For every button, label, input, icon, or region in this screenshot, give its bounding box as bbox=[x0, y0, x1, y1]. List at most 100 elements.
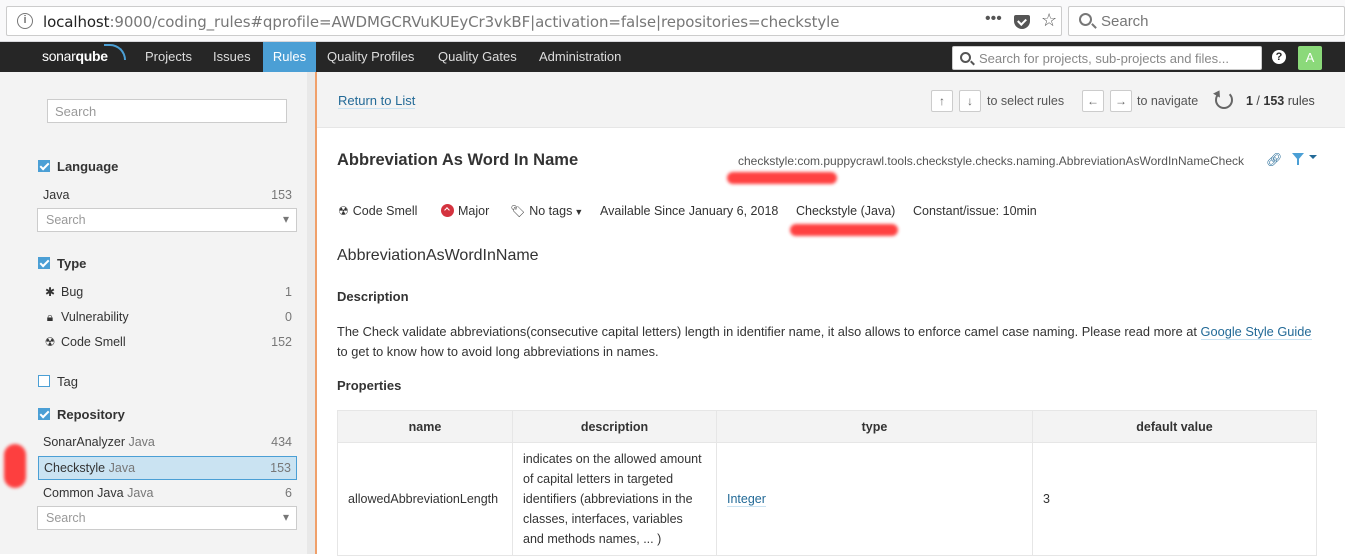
pocket-icon[interactable] bbox=[1014, 15, 1030, 29]
code-smell-icon: ☢︎ bbox=[44, 335, 56, 349]
filter-icon[interactable] bbox=[1292, 153, 1304, 165]
bookmark-star-icon[interactable]: ☆ bbox=[1041, 10, 1057, 31]
facet-item-sub: Java bbox=[127, 486, 154, 500]
facet-tag-title: Tag bbox=[57, 374, 78, 389]
bug-icon: ✱ bbox=[44, 285, 56, 299]
global-search-input[interactable]: Search for projects, sub-projects and fi… bbox=[952, 46, 1262, 70]
key-left-button[interactable]: ← bbox=[1082, 90, 1104, 112]
code-smell-icon: ☢︎ bbox=[338, 204, 349, 218]
link-icon[interactable]: 🔗︎ bbox=[1266, 152, 1283, 168]
facet-item-label: SonarAnalyzer bbox=[43, 435, 125, 449]
column-header: name bbox=[337, 410, 513, 443]
rule-tags-dropdown[interactable]: 🏷︎ No tags ▼ bbox=[510, 204, 583, 218]
language-search-select[interactable]: Search bbox=[37, 208, 297, 232]
property-default: 3 bbox=[1032, 442, 1317, 556]
facet-item-sonaranalyzer[interactable]: SonarAnalyzer Java 434 bbox=[38, 431, 297, 453]
rule-severity-label: Major bbox=[458, 204, 490, 218]
sidebar-resize-handle[interactable] bbox=[307, 72, 315, 554]
facet-repository-header[interactable]: Repository bbox=[38, 407, 125, 422]
rule-search-input[interactable]: Search bbox=[47, 99, 287, 123]
facet-item-code-smell[interactable]: ☢︎ Code Smell 152 bbox=[38, 331, 297, 353]
facet-item-count: 1 bbox=[285, 285, 292, 299]
column-header: type bbox=[716, 410, 1033, 443]
facet-tag-header[interactable]: Tag bbox=[38, 374, 78, 389]
properties-table: name description type default value allo… bbox=[337, 410, 1317, 556]
rule-remediation: Constant/issue: 10min bbox=[913, 204, 1037, 218]
nav-rules[interactable]: Rules bbox=[263, 42, 316, 72]
facet-item-count: 153 bbox=[271, 188, 292, 202]
rule-description: The Check validate abbreviations(consecu… bbox=[337, 322, 1317, 362]
address-bar[interactable]: i localhost:9000/coding_rules#qprofile=A… bbox=[6, 6, 1062, 36]
facet-item-label: Vulnerability bbox=[61, 310, 129, 324]
checkbox-checked-icon[interactable] bbox=[38, 408, 50, 420]
facet-item-sub: Java bbox=[108, 461, 136, 475]
rule-tags-label: No tags bbox=[529, 204, 573, 218]
column-header: default value bbox=[1032, 410, 1317, 443]
facet-type-title: Type bbox=[57, 256, 87, 271]
chevron-down-icon[interactable] bbox=[1309, 155, 1317, 159]
properties-heading: Properties bbox=[337, 378, 402, 393]
nav-administration[interactable]: Administration bbox=[530, 42, 630, 72]
facet-repository-title: Repository bbox=[57, 407, 125, 422]
facet-item-count: 0 bbox=[285, 310, 292, 324]
google-style-guide-link[interactable]: Google Style Guide bbox=[1200, 324, 1312, 340]
table-row: allowedAbbreviationLength indicates on t… bbox=[337, 442, 1317, 556]
logo-arc-icon bbox=[104, 44, 126, 60]
rule-title: Abbreviation As Word In Name bbox=[337, 151, 579, 169]
property-name: allowedAbbreviationLength bbox=[337, 442, 513, 556]
rule-key: checkstyle:com.puppycrawl.tools.checksty… bbox=[738, 154, 1244, 168]
facet-item-label: Common Java bbox=[43, 486, 124, 500]
description-heading: Description bbox=[337, 289, 409, 304]
facet-item-label: Code Smell bbox=[61, 335, 126, 349]
rule-available-since: Available Since January 6, 2018 bbox=[600, 204, 779, 218]
search-icon bbox=[960, 52, 971, 63]
nav-quality-profiles[interactable]: Quality Profiles bbox=[318, 42, 423, 72]
checkbox-checked-icon[interactable] bbox=[38, 160, 50, 172]
reload-icon[interactable] bbox=[1215, 91, 1233, 109]
browser-toolbar: i localhost:9000/coding_rules#qprofile=A… bbox=[0, 0, 1345, 42]
return-to-list-link[interactable]: Return to List bbox=[338, 93, 416, 109]
help-icon[interactable]: ? bbox=[1272, 50, 1286, 64]
checkbox-checked-icon[interactable] bbox=[38, 257, 50, 269]
nav-issues[interactable]: Issues bbox=[204, 42, 260, 72]
navigate-hint: to navigate bbox=[1137, 94, 1199, 108]
checkbox-unchecked-icon[interactable] bbox=[38, 375, 50, 387]
annotation-mark bbox=[727, 172, 837, 184]
description-text: to get to know how to avoid long abbrevi… bbox=[337, 344, 659, 359]
nav-quality-gates[interactable]: Quality Gates bbox=[429, 42, 526, 72]
avatar[interactable]: A bbox=[1298, 46, 1322, 70]
description-text: The Check validate abbreviations(consecu… bbox=[337, 324, 1201, 339]
key-right-button[interactable]: → bbox=[1110, 90, 1132, 112]
facet-language-header[interactable]: Language bbox=[38, 159, 118, 174]
info-icon[interactable]: i bbox=[17, 13, 33, 29]
property-description: indicates on the allowed amount of capit… bbox=[512, 442, 717, 556]
facet-type-header[interactable]: Type bbox=[38, 256, 86, 271]
annotation-mark bbox=[4, 444, 26, 488]
facet-item-common-java[interactable]: Common Java Java 6 bbox=[38, 482, 297, 504]
property-type-link[interactable]: Integer bbox=[727, 492, 766, 507]
page-actions-icon[interactable]: ••• bbox=[985, 10, 1002, 28]
facet-item-java[interactable]: Java 153 bbox=[38, 184, 297, 206]
facet-item-checkstyle[interactable]: Checkstyle Java 153 bbox=[38, 456, 297, 480]
facet-item-sub: Java bbox=[128, 435, 155, 449]
main-navigation: sonarqube Projects Issues Rules Quality … bbox=[0, 42, 1345, 72]
rule-navigation-bar: Return to List ↑ ↓ to select rules ← → t… bbox=[317, 72, 1345, 128]
sonarqube-logo[interactable]: sonarqube bbox=[42, 48, 108, 64]
search-icon bbox=[1079, 13, 1092, 26]
table-header-row: name description type default value bbox=[337, 410, 1317, 443]
facet-item-vulnerability[interactable]: 🔒︎ Vulnerability 0 bbox=[38, 306, 297, 328]
tag-icon: 🏷︎ bbox=[510, 204, 526, 218]
rule-type-label: Code Smell bbox=[352, 204, 418, 218]
repository-search-select[interactable]: Search bbox=[37, 506, 297, 530]
key-down-button[interactable]: ↓ bbox=[959, 90, 981, 112]
key-up-button[interactable]: ↑ bbox=[931, 90, 953, 112]
facet-item-count: 434 bbox=[271, 435, 292, 449]
nav-projects[interactable]: Projects bbox=[136, 42, 201, 72]
facet-item-bug[interactable]: ✱ Bug 1 bbox=[38, 281, 297, 303]
browser-search-box[interactable]: Search bbox=[1068, 6, 1345, 36]
url-text[interactable]: localhost:9000/coding_rules#qprofile=AWD… bbox=[43, 13, 839, 31]
chevron-down-icon: ▼ bbox=[574, 207, 584, 217]
paging-counter: 1 / 153 rules bbox=[1246, 94, 1315, 108]
lock-icon: 🔒︎ bbox=[46, 310, 54, 324]
facet-item-count: 152 bbox=[271, 335, 292, 349]
